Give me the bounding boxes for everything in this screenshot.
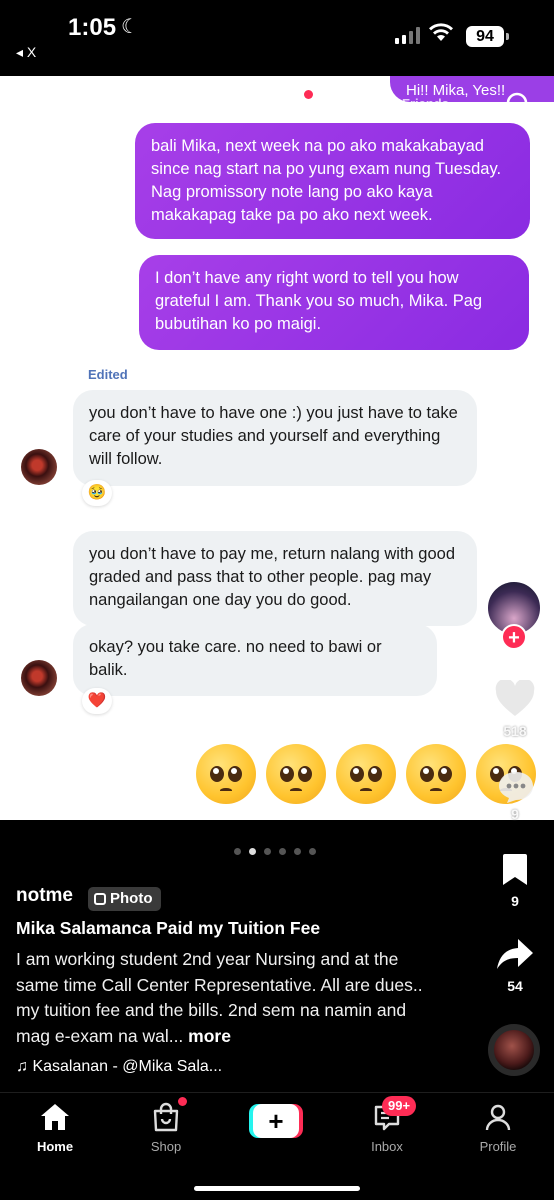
heart-icon[interactable] — [494, 678, 536, 723]
tab-shop[interactable]: Shop — [116, 1101, 216, 1154]
live-icon[interactable]: LIVE — [22, 90, 52, 116]
tab-explore[interactable]: Explore — [158, 94, 213, 111]
comment-count: 9 — [511, 806, 519, 822]
post-photo[interactable]: Hi!! Mika, Yes!! LIVE STEM Explore Follo… — [0, 76, 554, 820]
following-notification-dot — [304, 90, 313, 99]
pleading-emoji-row — [196, 744, 536, 804]
tab-stem[interactable]: STEM — [98, 94, 140, 111]
post-username[interactable]: notme — [16, 885, 73, 907]
reaction-badge: 🥹 — [82, 480, 112, 506]
chat-bubble-received: you don’t have to have one :) you just h… — [73, 390, 477, 486]
pleading-face-emoji — [406, 744, 466, 804]
moon-icon: ☾ — [121, 16, 139, 38]
back-to-app-link[interactable]: ◂ X — [16, 44, 36, 61]
pleading-face-emoji — [196, 744, 256, 804]
avatar — [21, 660, 57, 696]
battery-indicator: 94 — [466, 26, 509, 47]
bookmark-icon[interactable] — [500, 853, 530, 892]
avatar — [21, 449, 57, 485]
caption-more-link[interactable]: more — [188, 1026, 231, 1046]
tab-home-label: Home — [36, 1139, 74, 1154]
chat-bubble-received: okay? you take care. no need to bawi or … — [73, 624, 437, 696]
chat-bubble-sent: I don’t have any right word to tell you … — [139, 255, 529, 350]
reaction-badge: ❤️ — [82, 688, 112, 714]
tab-home[interactable]: Home — [5, 1101, 105, 1154]
edited-label: Edited — [88, 367, 128, 382]
plus-icon: + — [253, 1104, 299, 1138]
profile-icon — [448, 1101, 548, 1133]
tab-profile[interactable]: Profile — [448, 1101, 548, 1154]
tab-inbox-label: Inbox — [371, 1139, 403, 1154]
music-label[interactable]: ♫ Kasalanan - @Mika Sala... — [16, 1058, 222, 1076]
pleading-face-emoji — [336, 744, 396, 804]
wifi-icon — [428, 22, 454, 47]
follow-button[interactable]: + — [501, 624, 527, 650]
shop-notification-dot — [178, 1097, 187, 1106]
photo-badge: Photo — [88, 887, 161, 911]
comment-icon[interactable] — [497, 770, 535, 809]
like-count: 518 — [503, 723, 527, 739]
post-title: Mika Salamanca Paid my Tuition Fee — [16, 918, 321, 938]
home-icon — [5, 1101, 105, 1133]
share-count: 54 — [507, 978, 523, 994]
tab-profile-label: Profile — [479, 1139, 517, 1154]
share-icon[interactable] — [496, 937, 534, 976]
inbox-badge: 99+ — [382, 1096, 417, 1116]
chat-bubble-sent: bali Mika, next week na po ako makakabay… — [135, 123, 530, 239]
search-icon[interactable] — [504, 90, 534, 125]
post-caption[interactable]: I am working student 2nd year Nursing an… — [16, 947, 434, 1049]
feed-top-nav: LIVE STEM Explore Following For You Frie… — [0, 76, 554, 129]
create-button[interactable]: + — [249, 1104, 303, 1138]
music-disc-avatar[interactable] — [488, 1024, 540, 1076]
status-bar: 1:05 ☾ ◂ X 94 — [0, 0, 554, 76]
tab-shop-label: Shop — [150, 1139, 182, 1154]
carousel-indicator — [234, 848, 316, 855]
bookmark-count: 9 — [511, 893, 519, 909]
status-time: 1:05 — [68, 14, 117, 41]
tab-following[interactable]: Following — [236, 94, 306, 111]
cellular-signal-icon — [395, 26, 420, 44]
tab-friends[interactable]: Friends — [402, 96, 449, 111]
tab-for-you[interactable]: For You — [325, 94, 380, 111]
photo-badge-label: Photo — [110, 890, 153, 907]
pleading-face-emoji — [266, 744, 326, 804]
chat-bubble-received: you don’t have to pay me, return nalang … — [73, 531, 477, 626]
home-indicator[interactable] — [194, 1186, 360, 1191]
photo-icon — [94, 893, 106, 905]
shopping-bag-icon — [116, 1101, 216, 1133]
